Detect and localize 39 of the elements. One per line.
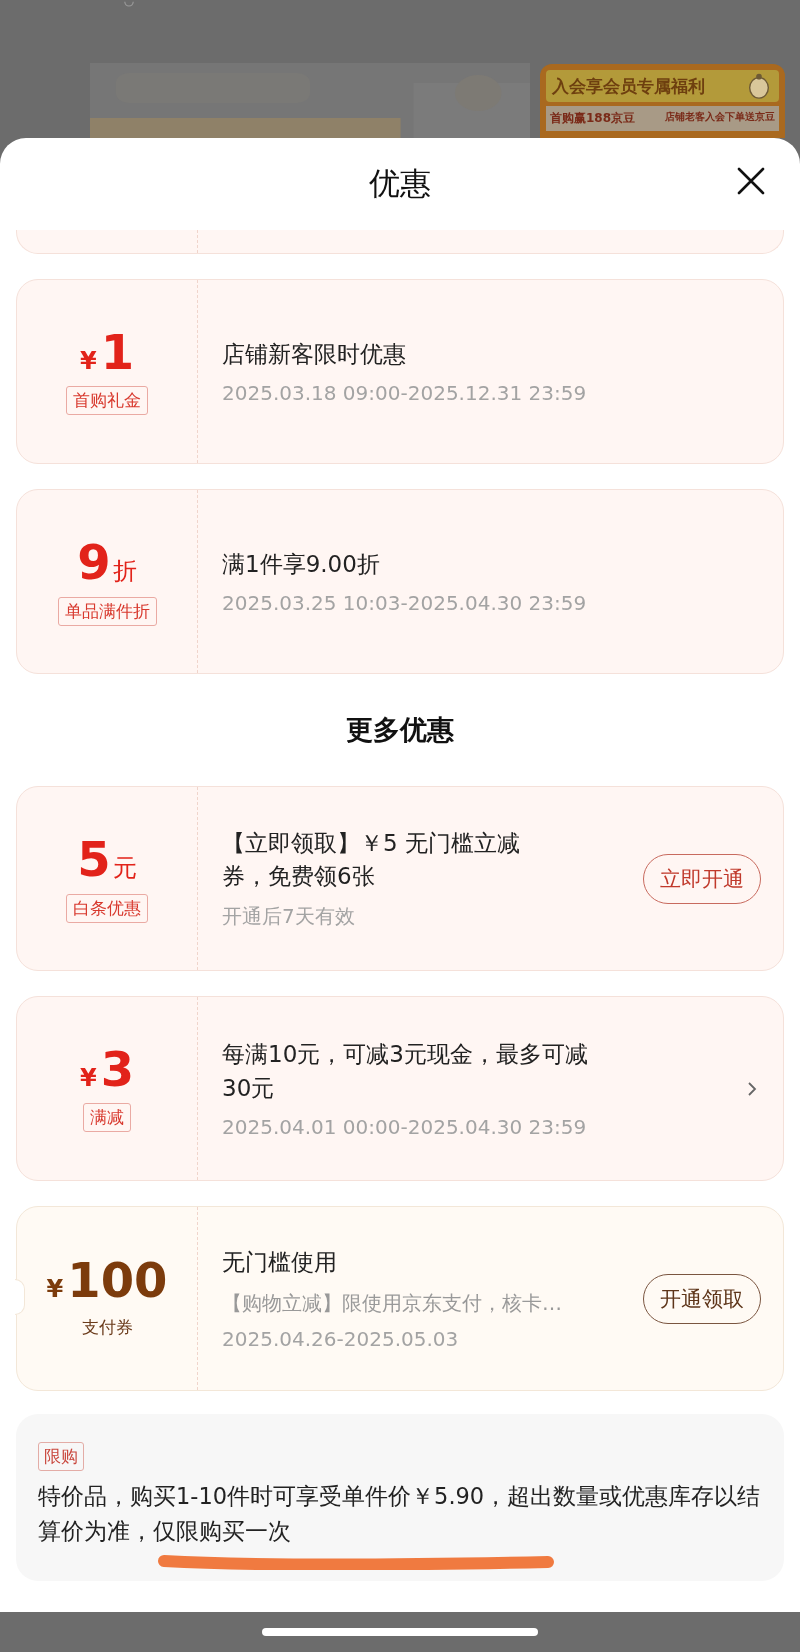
coupon-title: 店铺新客限时优惠 <box>222 339 407 369</box>
coupon-card[interactable]: ¥3 满减 每满10元，可减3元现金，最多可减30元 2025.04.01 00:00-2025.04.30 23:59 <box>16 996 784 1181</box>
coupon-description: 【购物立减】限使用京东支付，核卡… <box>222 1289 563 1317</box>
banner-text: 首购赢188京豆 <box>550 110 636 127</box>
coupon-validity: 2025.04.26-2025.05.03 <box>222 1326 460 1351</box>
coupon-card[interactable]: 9 折 单品满件折 满1件享9.00折 2025.03.25 10:03-2025.04.30 23:59 <box>16 489 784 674</box>
notice-text: 特价品，购买1-10件时可享受单件价￥5.90，超出数量或优惠库存以结算价为准，仅限购买一次 <box>38 1482 762 1546</box>
coupon-card[interactable]: ¥100 支付券 无门槛使用 【购物立减】限使用京东支付，核卡… 2025.04.26-2025.05.03 开通领取 <box>16 1206 784 1391</box>
sheet-title: 优惠 <box>369 164 431 203</box>
coupon-amount: ¥1 <box>79 328 135 376</box>
section-heading: 更多优惠 <box>345 713 455 747</box>
coupon-amount: 9 折 <box>77 537 137 587</box>
coupon-amount: ¥100 <box>46 1256 168 1304</box>
coupon-title: 满1件享9.00折 <box>222 549 381 579</box>
claim-button[interactable]: 开通领取 <box>643 1273 761 1324</box>
banner-title: 入会享会员专属福利 <box>552 74 705 98</box>
close-button[interactable] <box>736 166 766 196</box>
chevron-right-icon[interactable] <box>747 1080 757 1097</box>
coupon-tag: 白条优惠 <box>66 893 148 923</box>
coupon-tag: 单品满件折 <box>57 596 157 626</box>
coupon-title: 【立即领取】￥5 无门槛立减券，免费领6张 <box>222 828 521 891</box>
coupon-card[interactable]: 5 元 白条优惠 【立即领取】￥5 无门槛立减券，免费领6张 开通后7天有效 立即开通 <box>16 786 784 971</box>
coupon-validity: 2025.03.18 09:00-2025.12.31 23:59 <box>222 381 588 406</box>
card-notch <box>15 1279 25 1315</box>
claim-button[interactable]: 立即开通 <box>643 853 761 904</box>
coupon-tag: 首购礼金 <box>66 386 148 415</box>
coupon-card[interactable]: ¥1 首购礼金 店铺新客限时优惠 2025.03.18 09:00-2025.12.31 23:59 <box>16 279 784 464</box>
coupon-amount: ¥3 <box>79 1045 135 1093</box>
coupon-title: 每满10元，可减3元现金，最多可减30元 <box>222 1040 589 1103</box>
coupon-amount: 5 元 <box>77 834 137 884</box>
limit-tag: 限购 <box>38 1442 84 1471</box>
coupon-validity: 开通后7天有效 <box>222 903 356 931</box>
coupon-tag: 支付券 <box>75 1314 139 1341</box>
coupon-title: 无门槛使用 <box>222 1248 338 1278</box>
coupon-validity: 2025.03.25 10:03-2025.04.30 23:59 <box>222 591 588 616</box>
member-banner[interactable]: 入会享会员专属福利 首购赢188京豆 店铺老客入会下单送京豆 <box>540 64 785 138</box>
coupon-validity: 2025.04.01 00:00-2025.04.30 23:59 <box>222 1114 588 1139</box>
banner-text: 店铺老客入会下单送京豆 <box>665 110 775 124</box>
coupon-tag: 满减 <box>83 1103 131 1132</box>
